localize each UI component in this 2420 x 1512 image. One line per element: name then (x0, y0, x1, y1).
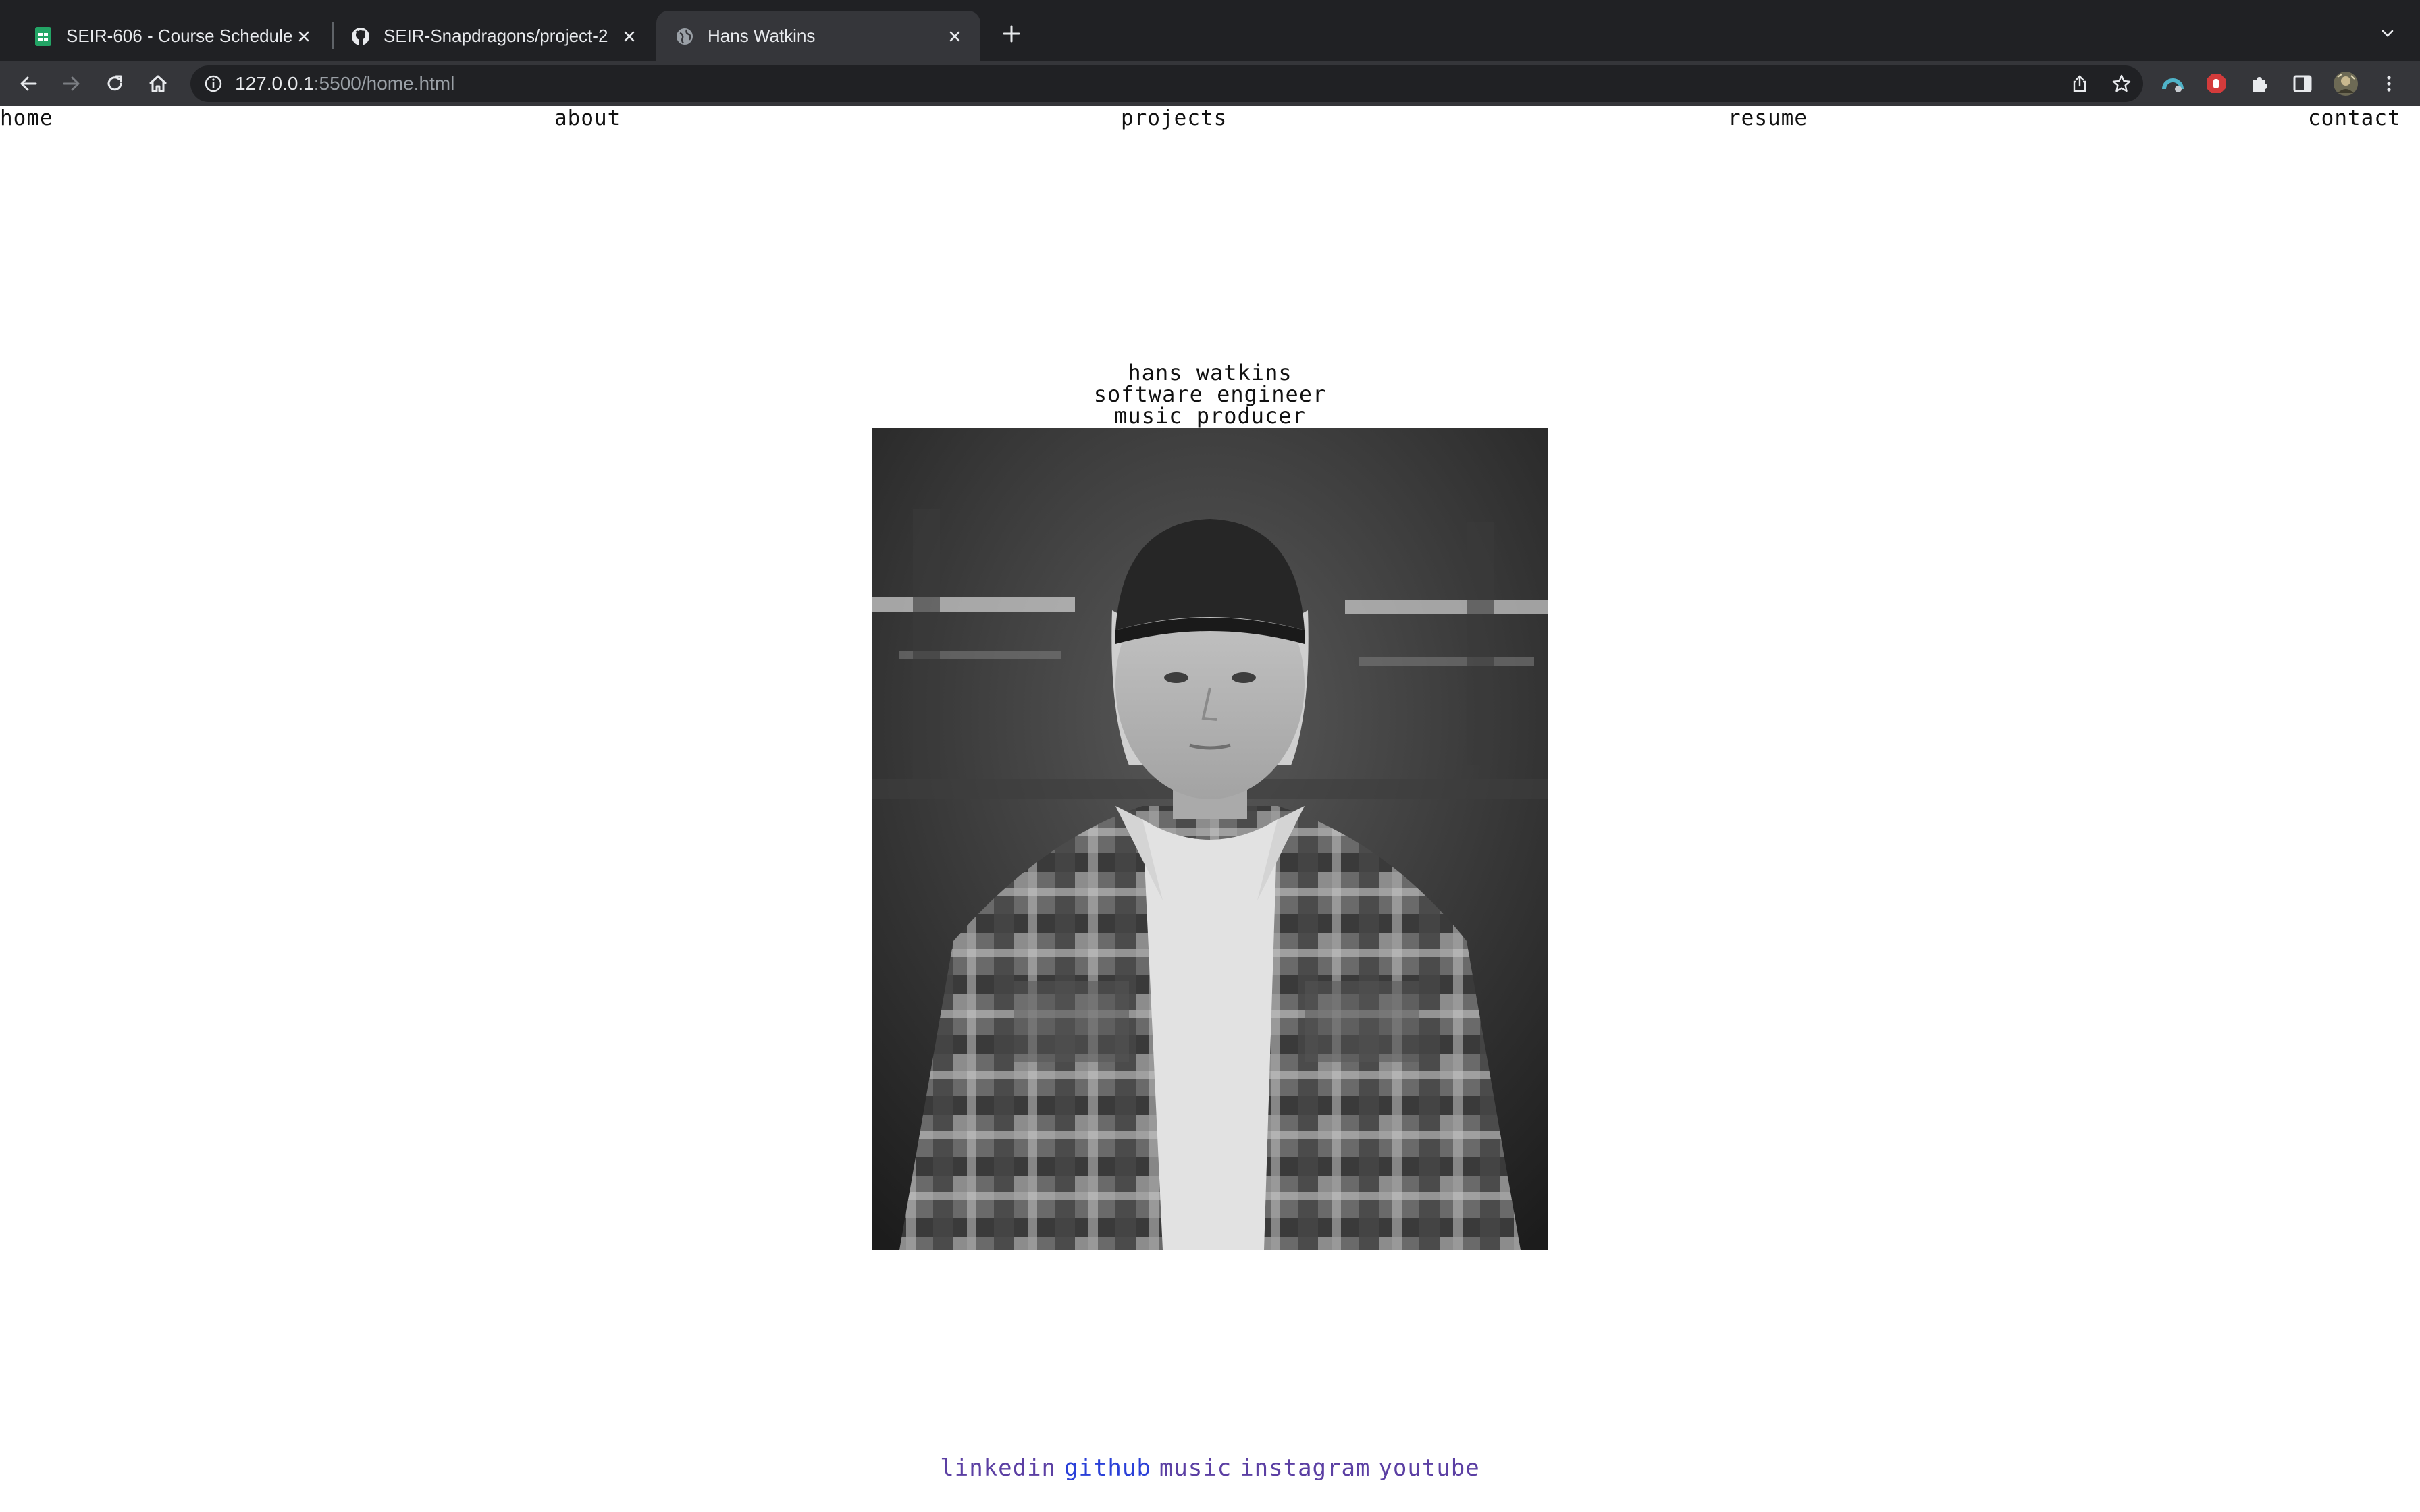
forward-button[interactable] (57, 69, 86, 99)
nav-about-link[interactable]: about (554, 106, 621, 130)
url-host: 127.0.0.1 (235, 73, 314, 94)
page-content: home about projects resume contact hans … (0, 106, 2420, 1512)
github-link[interactable]: github (1064, 1455, 1151, 1482)
linkedin-link[interactable]: linkedin (940, 1455, 1056, 1482)
extension-gauge-icon[interactable] (2158, 69, 2188, 99)
site-info-icon[interactable] (203, 73, 224, 94)
new-tab-button[interactable] (997, 19, 1026, 49)
intro-role-producer: music producer (1114, 403, 1306, 429)
tab-strip: SEIR-606 - Course Schedule - SEIR-Snapdr… (0, 0, 2420, 61)
browser-toolbar: 127.0.0.1:5500/home.html (0, 61, 2420, 106)
home-button[interactable] (143, 69, 173, 99)
close-icon[interactable] (943, 24, 967, 49)
close-icon[interactable] (617, 24, 641, 49)
close-icon[interactable] (292, 24, 316, 49)
side-panel-icon[interactable] (2288, 69, 2317, 99)
portrait-photo (872, 428, 1548, 1250)
nav-resume-link[interactable]: resume (1728, 106, 1808, 130)
instagram-link[interactable]: instagram (1240, 1455, 1370, 1482)
intro-role-engineer: software engineer (1093, 381, 1327, 407)
url-text[interactable]: 127.0.0.1:5500/home.html (235, 65, 454, 102)
globe-icon (674, 26, 695, 47)
extension-adblock-icon[interactable] (2201, 69, 2231, 99)
intro-name: hans watkins (1128, 360, 1292, 385)
url-path: :5500/home.html (313, 73, 455, 94)
tab-search-chevron-icon[interactable] (2374, 20, 2401, 47)
extensions-puzzle-icon[interactable] (2244, 69, 2274, 99)
sheets-icon (32, 26, 54, 47)
tab-title: Hans Watkins (708, 26, 816, 46)
tab-course-schedule[interactable]: SEIR-606 - Course Schedule - (7, 11, 330, 61)
github-icon (350, 26, 371, 47)
browser-menu-icon[interactable] (2374, 69, 2404, 99)
music-link[interactable]: music (1159, 1455, 1232, 1482)
tab-hans-watkins[interactable]: Hans Watkins (656, 11, 980, 61)
youtube-link[interactable]: youtube (1378, 1455, 1479, 1482)
tab-title: SEIR-606 - Course Schedule - (66, 26, 292, 46)
tab-title: SEIR-Snapdragons/project-2 (384, 26, 608, 46)
nav-contact-link[interactable]: contact (2308, 106, 2401, 130)
nav-projects-link[interactable]: projects (1121, 106, 1227, 130)
back-button[interactable] (14, 69, 43, 99)
social-links: linkedin github music instagram youtube (0, 1455, 2420, 1482)
share-icon[interactable] (2066, 70, 2093, 97)
address-bar[interactable]: 127.0.0.1:5500/home.html (190, 65, 2143, 102)
bookmark-star-icon[interactable] (2108, 70, 2135, 97)
profile-avatar[interactable] (2331, 69, 2361, 99)
tab-github-project[interactable]: SEIR-Snapdragons/project-2 (330, 11, 655, 61)
nav-home-link[interactable]: home (0, 106, 53, 130)
reload-button[interactable] (100, 69, 130, 99)
